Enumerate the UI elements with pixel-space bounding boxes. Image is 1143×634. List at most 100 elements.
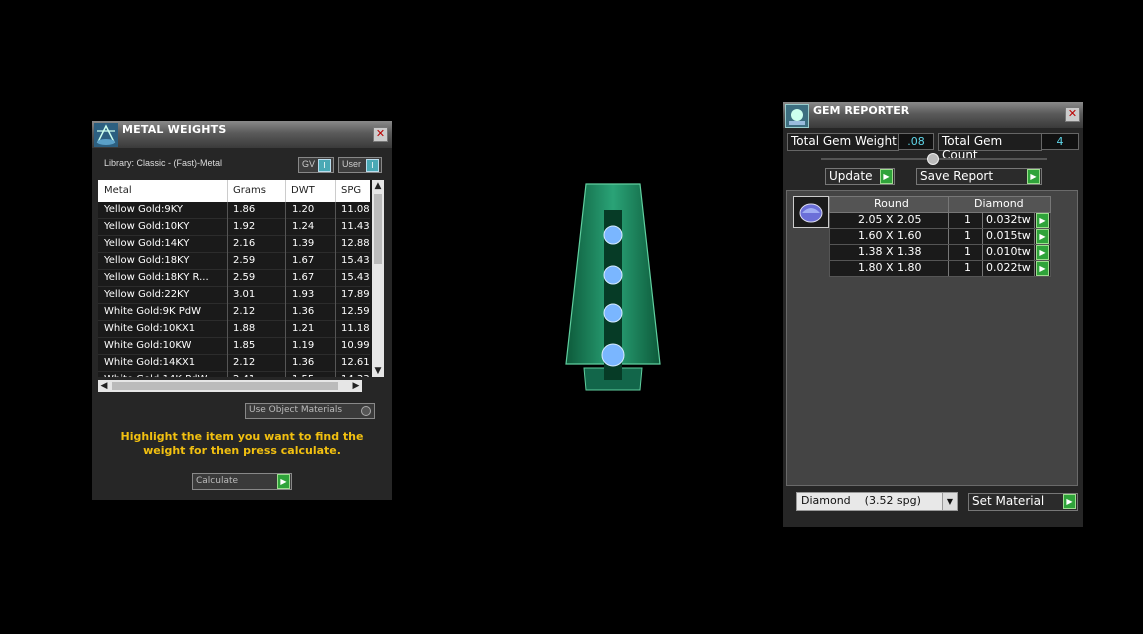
calculate-label: Calculate — [196, 476, 239, 486]
metal-weights-title: METAL WEIGHTS — [122, 123, 227, 136]
play-arrow-icon[interactable]: ▶ — [277, 474, 290, 489]
column-header-dwt[interactable]: DWT — [291, 185, 315, 196]
grams-cell: 2.12 — [233, 357, 256, 368]
chevron-down-icon[interactable]: ▼ — [942, 493, 957, 510]
spg-cell: 11.43 — [341, 221, 370, 232]
gv-toggle[interactable]: GV I — [298, 157, 334, 173]
table-row[interactable]: White Gold:9K PdW 2.12 1.36 12.59 — [98, 304, 370, 321]
close-icon[interactable]: ✕ — [373, 127, 388, 142]
gem-table[interactable]: Round Diamond 2.05 X 2.05 1 0.032tw ▶ 1.60 X… — [829, 196, 1051, 277]
total-gem-weight-value: .08 — [898, 133, 934, 150]
grams-cell: 1.86 — [233, 204, 256, 215]
scroll-down-icon[interactable]: ▼ — [372, 365, 384, 377]
horizontal-scrollbar[interactable]: ◀ ▶ — [98, 380, 362, 392]
gem-size-cell: 1.60 X 1.60 — [858, 229, 922, 242]
material-select[interactable]: Diamond (3.52 spg) ▼ — [796, 492, 958, 511]
dwt-cell: 1.67 — [292, 272, 315, 283]
gem-row[interactable]: 1.80 X 1.80 1 0.022tw ▶ — [829, 261, 1051, 277]
gem-list-panel: Round Diamond 2.05 X 2.05 1 0.032tw ▶ 1.60 X… — [786, 190, 1078, 486]
use-object-materials-option[interactable]: Use Object Materials — [245, 403, 375, 419]
play-arrow-icon[interactable]: ▶ — [1063, 494, 1076, 509]
gem-row[interactable]: 1.60 X 1.60 1 0.015tw ▶ — [829, 229, 1051, 245]
table-row[interactable]: Yellow Gold:14KY 2.16 1.39 12.88 — [98, 236, 370, 253]
table-row[interactable]: White Gold:14KX1 2.12 1.36 12.61 — [98, 355, 370, 372]
dwt-cell: 1.21 — [292, 323, 315, 334]
gem-shape-header: Round — [874, 197, 909, 210]
metal-name-cell: White Gold:9K PdW — [104, 306, 201, 317]
user-toggle[interactable]: User I — [338, 157, 382, 173]
scroll-right-icon[interactable]: ▶ — [350, 380, 362, 392]
grams-cell: 1.92 — [233, 221, 256, 232]
material-select-value: Diamond (3.52 spg) — [801, 494, 921, 507]
play-arrow-icon[interactable]: ▶ — [880, 169, 893, 184]
dwt-cell: 1.19 — [292, 340, 315, 351]
gem-count-cell: 1 — [964, 245, 971, 258]
calculate-button[interactable]: Calculate ▶ — [192, 473, 292, 490]
library-label: Library: Classic - (Fast)-Metal — [104, 158, 223, 168]
gem-weight-cell: 0.022tw — [986, 261, 1031, 274]
use-object-materials-radio[interactable] — [361, 406, 371, 416]
spg-cell: 15.43 — [341, 272, 370, 283]
metal-table[interactable]: Metal Grams DWT SPG Yellow Gold:9KY 1.86 1… — [98, 180, 376, 377]
vertical-scrollbar[interactable]: ▲ ▼ — [372, 180, 384, 377]
column-header-grams[interactable]: Grams — [233, 185, 266, 196]
gem-material-header: Diamond — [974, 197, 1024, 210]
gem-reporter-panel: GEM REPORTER ✕ Total Gem Weight .08 Tota… — [783, 102, 1083, 527]
gem-count-cell: 1 — [964, 261, 971, 274]
metal-name-cell: White Gold:14KX1 — [104, 357, 196, 368]
play-arrow-icon[interactable]: ▶ — [1027, 169, 1040, 184]
table-row[interactable]: Yellow Gold:22KY 3.01 1.93 17.89 — [98, 287, 370, 304]
grams-cell: 1.85 — [233, 340, 256, 351]
metal-name-cell: Yellow Gold:14KY — [104, 238, 190, 249]
dwt-cell: 1.20 — [292, 204, 315, 215]
update-button[interactable]: Update ▶ — [825, 168, 895, 185]
metal-table-body: Yellow Gold:9KY 1.86 1.20 11.08 Yellow Gold:… — [98, 202, 370, 377]
grams-cell: 2.59 — [233, 272, 256, 283]
grams-cell: 2.41 — [233, 374, 283, 377]
total-gem-weight-box: Total Gem Weight — [787, 133, 899, 151]
gem-size-cell: 1.80 X 1.80 — [858, 261, 922, 274]
round-gem-icon[interactable] — [793, 196, 829, 228]
scroll-thumb[interactable] — [374, 194, 382, 264]
gem-row[interactable]: 2.05 X 2.05 1 0.032tw ▶ — [829, 213, 1051, 229]
spg-cell: 12.59 — [341, 306, 370, 317]
table-row[interactable]: White Gold:10KX1 1.88 1.21 11.18 — [98, 321, 370, 338]
table-row[interactable]: White Gold:10KW 1.85 1.19 10.99 — [98, 338, 370, 355]
scroll-up-icon[interactable]: ▲ — [372, 180, 384, 192]
play-arrow-icon[interactable]: ▶ — [1036, 229, 1049, 244]
column-header-metal[interactable]: Metal — [104, 185, 132, 196]
spg-cell: 12.61 — [341, 357, 370, 368]
grams-cell: 2.59 — [233, 255, 256, 266]
table-row[interactable]: Yellow Gold:10KY 1.92 1.24 11.43 — [98, 219, 370, 236]
hscroll-thumb[interactable] — [112, 382, 338, 390]
close-icon[interactable]: ✕ — [1065, 107, 1080, 122]
play-arrow-icon[interactable]: ▶ — [1036, 261, 1049, 276]
gem-table-header: Round Diamond — [829, 196, 1051, 213]
grams-cell: 2.16 — [233, 238, 256, 249]
scroll-left-icon[interactable]: ◀ — [98, 380, 110, 392]
table-row[interactable]: Yellow Gold:9KY 1.86 1.20 11.08 — [98, 202, 370, 219]
ring-model-viewport[interactable] — [560, 180, 666, 394]
table-row[interactable]: Yellow Gold:18KY R... 2.59 1.67 15.43 — [98, 270, 370, 287]
update-label: Update — [829, 169, 873, 183]
total-gem-count-value: 4 — [1041, 133, 1079, 150]
slider-handle[interactable] — [927, 153, 939, 165]
table-row[interactable]: Yellow Gold:18KY 2.59 1.67 15.43 — [98, 253, 370, 270]
gem-weight-cell: 0.032tw — [986, 213, 1031, 226]
column-header-spg[interactable]: SPG — [341, 185, 361, 196]
gem-count-cell: 1 — [964, 213, 971, 226]
gem-row[interactable]: 1.38 X 1.38 1 0.010tw ▶ — [829, 245, 1051, 261]
gem-weight-cell: 0.010tw — [986, 245, 1031, 258]
set-material-button[interactable]: Set Material ▶ — [968, 493, 1078, 511]
table-row[interactable]: White Gold:14K PdW 2.41 1.55 14.33 — [98, 372, 370, 377]
save-report-label: Save Report — [920, 169, 994, 183]
save-report-button[interactable]: Save Report ▶ — [916, 168, 1042, 185]
play-arrow-icon[interactable]: ▶ — [1036, 245, 1049, 260]
metal-name-cell: White Gold:14K PdW — [104, 374, 224, 377]
metal-name-cell: Yellow Gold:22KY — [104, 289, 190, 300]
use-object-materials-label: Use Object Materials — [249, 405, 343, 415]
metal-weights-panel: METAL WEIGHTS ✕ Library: Classic - (Fast… — [92, 121, 392, 500]
play-arrow-icon[interactable]: ▶ — [1036, 213, 1049, 228]
gv-toggle-knob: I — [318, 159, 331, 172]
dwt-cell: 1.24 — [292, 221, 315, 232]
